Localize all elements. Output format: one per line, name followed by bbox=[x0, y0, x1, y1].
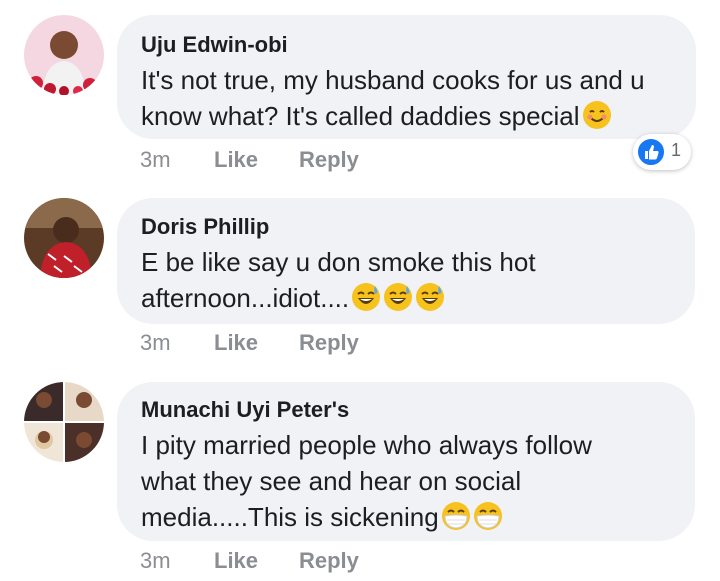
avatar[interactable] bbox=[24, 198, 104, 278]
smiling-face-icon bbox=[582, 101, 611, 129]
like-reaction-icon bbox=[636, 137, 666, 167]
reaction-summary[interactable]: 1 bbox=[633, 134, 691, 170]
like-button[interactable]: Like bbox=[214, 330, 258, 356]
mask-face-icon bbox=[441, 502, 470, 530]
like-button[interactable]: Like bbox=[214, 147, 258, 173]
reaction-count: 1 bbox=[671, 140, 682, 160]
comment-text: E be like say u don smoke this hot after… bbox=[141, 247, 536, 313]
comment-bubble: Doris Phillip E be like say u don smoke … bbox=[117, 198, 695, 324]
reply-button[interactable]: Reply bbox=[299, 548, 359, 574]
comment-text-wrap: It's not true, my husband cooks for us a… bbox=[141, 62, 672, 134]
mask-face-icon bbox=[473, 502, 502, 530]
comment-text-wrap: I pity married people who always follow … bbox=[141, 427, 671, 535]
avatar[interactable] bbox=[24, 15, 104, 95]
comment-timestamp: 3m bbox=[140, 147, 171, 172]
comment-bubble: Uju Edwin-obi It's not true, my husband … bbox=[117, 15, 696, 139]
reply-button[interactable]: Reply bbox=[299, 330, 359, 356]
sweat-smile-icon bbox=[384, 283, 413, 311]
comment-text: It's not true, my husband cooks for us a… bbox=[141, 65, 645, 131]
profile-photo-icon bbox=[24, 198, 104, 278]
sweat-smile-icon bbox=[416, 283, 445, 311]
comment-text: I pity married people who always follow … bbox=[141, 430, 592, 532]
comment-timestamp: 3m bbox=[140, 330, 171, 355]
profile-photo-icon bbox=[24, 15, 104, 95]
like-button[interactable]: Like bbox=[214, 548, 258, 574]
comment-author[interactable]: Munachi Uyi Peter's bbox=[141, 397, 671, 423]
reply-button[interactable]: Reply bbox=[299, 147, 359, 173]
profile-photo-icon bbox=[24, 382, 104, 462]
comment-bubble: Munachi Uyi Peter's I pity married peopl… bbox=[117, 382, 695, 541]
comment-author[interactable]: Doris Phillip bbox=[141, 214, 671, 240]
comment-text-wrap: E be like say u don smoke this hot after… bbox=[141, 244, 671, 316]
sweat-smile-icon bbox=[352, 283, 381, 311]
comment-author[interactable]: Uju Edwin-obi bbox=[141, 32, 672, 58]
comment-timestamp: 3m bbox=[140, 548, 171, 573]
avatar[interactable] bbox=[24, 382, 104, 462]
